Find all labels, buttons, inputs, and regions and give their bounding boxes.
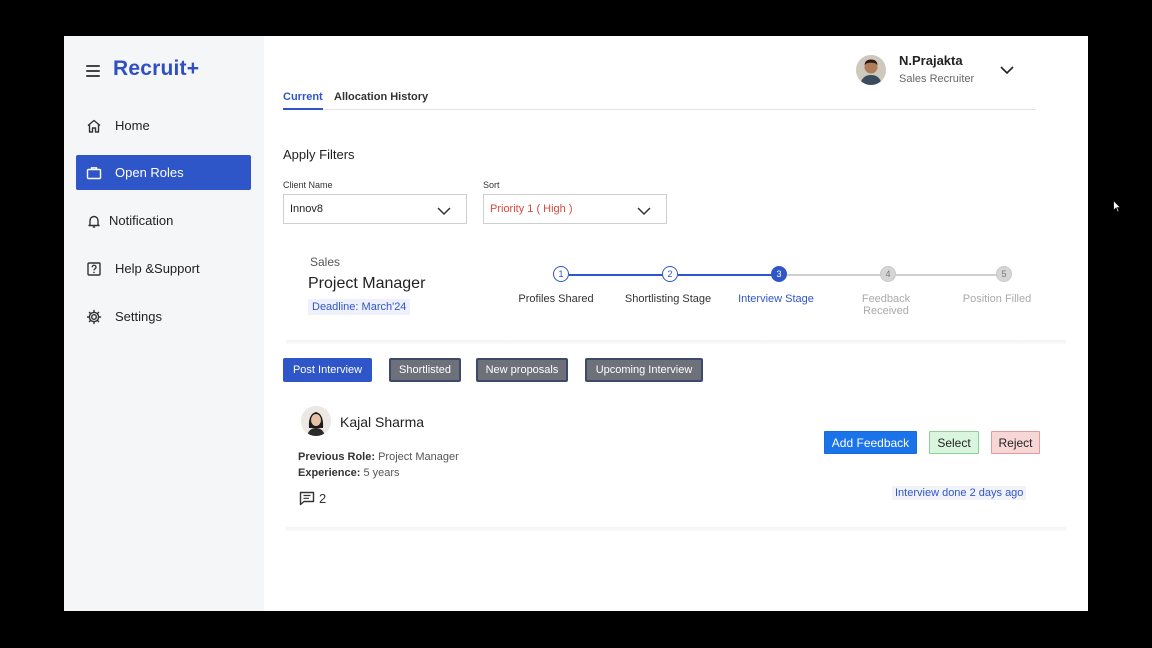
briefcase-icon: [85, 164, 103, 182]
sidebar-item-notification[interactable]: Notification: [76, 203, 251, 238]
chevron-down-icon: [636, 204, 652, 216]
sidebar-item-help[interactable]: Help &Support: [76, 251, 251, 286]
card-divider: [286, 527, 1066, 531]
sidebar-item-settings[interactable]: Settings: [76, 299, 251, 334]
sort-value: Priority 1 ( High ): [490, 203, 573, 215]
user-role: Sales Recruiter: [899, 73, 975, 85]
sidebar-item-label: Home: [115, 118, 150, 133]
sidebar-item-label: Notification: [109, 213, 174, 228]
select-button[interactable]: Select: [929, 431, 979, 454]
section-divider: [286, 340, 1066, 344]
step-connector: [569, 274, 670, 276]
previous-role-label: Previous Role:: [298, 451, 376, 463]
tab-allocation-history[interactable]: Allocation History: [334, 91, 428, 110]
experience-value: 5 years: [363, 467, 400, 479]
sort-select[interactable]: Priority 1 ( High ): [483, 194, 667, 224]
step-4-indicator: 4: [880, 266, 896, 282]
home-icon: [85, 117, 103, 135]
user-name: N.Prajakta: [899, 53, 963, 68]
chip-upcoming-interview[interactable]: Upcoming Interview: [585, 358, 703, 382]
comment-icon[interactable]: [299, 491, 315, 506]
client-name-label: Client Name: [283, 180, 333, 190]
previous-role-value: Project Manager: [378, 451, 459, 463]
step-3-label: Interview Stage: [738, 293, 814, 305]
sidebar-item-home[interactable]: Home: [76, 108, 251, 143]
candidate-experience: Experience: 5 years: [298, 467, 400, 479]
brand-logo: Recruit+: [113, 57, 200, 80]
step-connector: [678, 274, 779, 276]
step-5-label: Position Filled: [962, 293, 1032, 305]
tab-current[interactable]: Current: [283, 91, 323, 110]
step-2-indicator: 2: [662, 266, 678, 282]
step-2-label: Shortlisting Stage: [624, 293, 712, 305]
role-title: Project Manager: [308, 275, 426, 292]
sidebar: Recruit+ Home Open Roles Notification He…: [64, 36, 264, 611]
filters-title: Apply Filters: [283, 147, 355, 162]
client-name-select[interactable]: Innov8: [283, 194, 467, 224]
sidebar-item-open-roles[interactable]: Open Roles: [76, 155, 251, 190]
sort-label: Sort: [483, 180, 500, 190]
step-1-indicator: 1: [553, 266, 569, 282]
step-5-indicator: 5: [996, 266, 1012, 282]
role-department: Sales: [310, 255, 341, 269]
candidate-previous-role: Previous Role: Project Manager: [298, 451, 459, 463]
reject-button[interactable]: Reject: [991, 431, 1040, 454]
user-avatar[interactable]: [856, 55, 886, 85]
chevron-down-icon[interactable]: [999, 63, 1015, 75]
step-connector: [787, 274, 888, 276]
client-name-value: Innov8: [290, 203, 324, 215]
chip-new-proposals[interactable]: New proposals: [476, 358, 568, 382]
menu-icon[interactable]: [86, 65, 100, 77]
chevron-down-icon: [436, 204, 452, 216]
gear-icon: [85, 308, 103, 326]
add-feedback-button[interactable]: Add Feedback: [824, 431, 917, 454]
sidebar-item-label: Help &Support: [115, 261, 200, 276]
hiring-stepper: 1 2 3 4 5 Profiles Shared Shortlisting S…: [504, 262, 1064, 342]
experience-label: Experience:: [298, 467, 361, 479]
bell-icon: [85, 212, 103, 230]
candidate-avatar: [301, 406, 331, 436]
app-window: Recruit+ Home Open Roles Notification He…: [64, 36, 1088, 611]
step-3-indicator: 3: [771, 266, 787, 282]
tab-bar: Current Allocation History: [283, 91, 1036, 110]
chip-shortlisted[interactable]: Shortlisted: [389, 358, 461, 382]
help-icon: [85, 260, 103, 278]
chip-post-interview[interactable]: Post Interview: [283, 358, 372, 382]
candidate-name: Kajal Sharma: [340, 414, 425, 430]
sidebar-item-label: Open Roles: [115, 165, 184, 180]
step-4-label: Feedback Received: [861, 293, 911, 317]
step-connector: [896, 274, 1005, 276]
sidebar-item-label: Settings: [115, 309, 162, 324]
role-deadline: Deadline: March'24: [308, 299, 411, 315]
step-1-label: Profiles Shared: [518, 293, 594, 305]
mouse-pointer-icon: [1113, 199, 1122, 213]
interview-status: Interview done 2 days ago: [892, 486, 1027, 500]
comment-count: 2: [319, 491, 327, 506]
